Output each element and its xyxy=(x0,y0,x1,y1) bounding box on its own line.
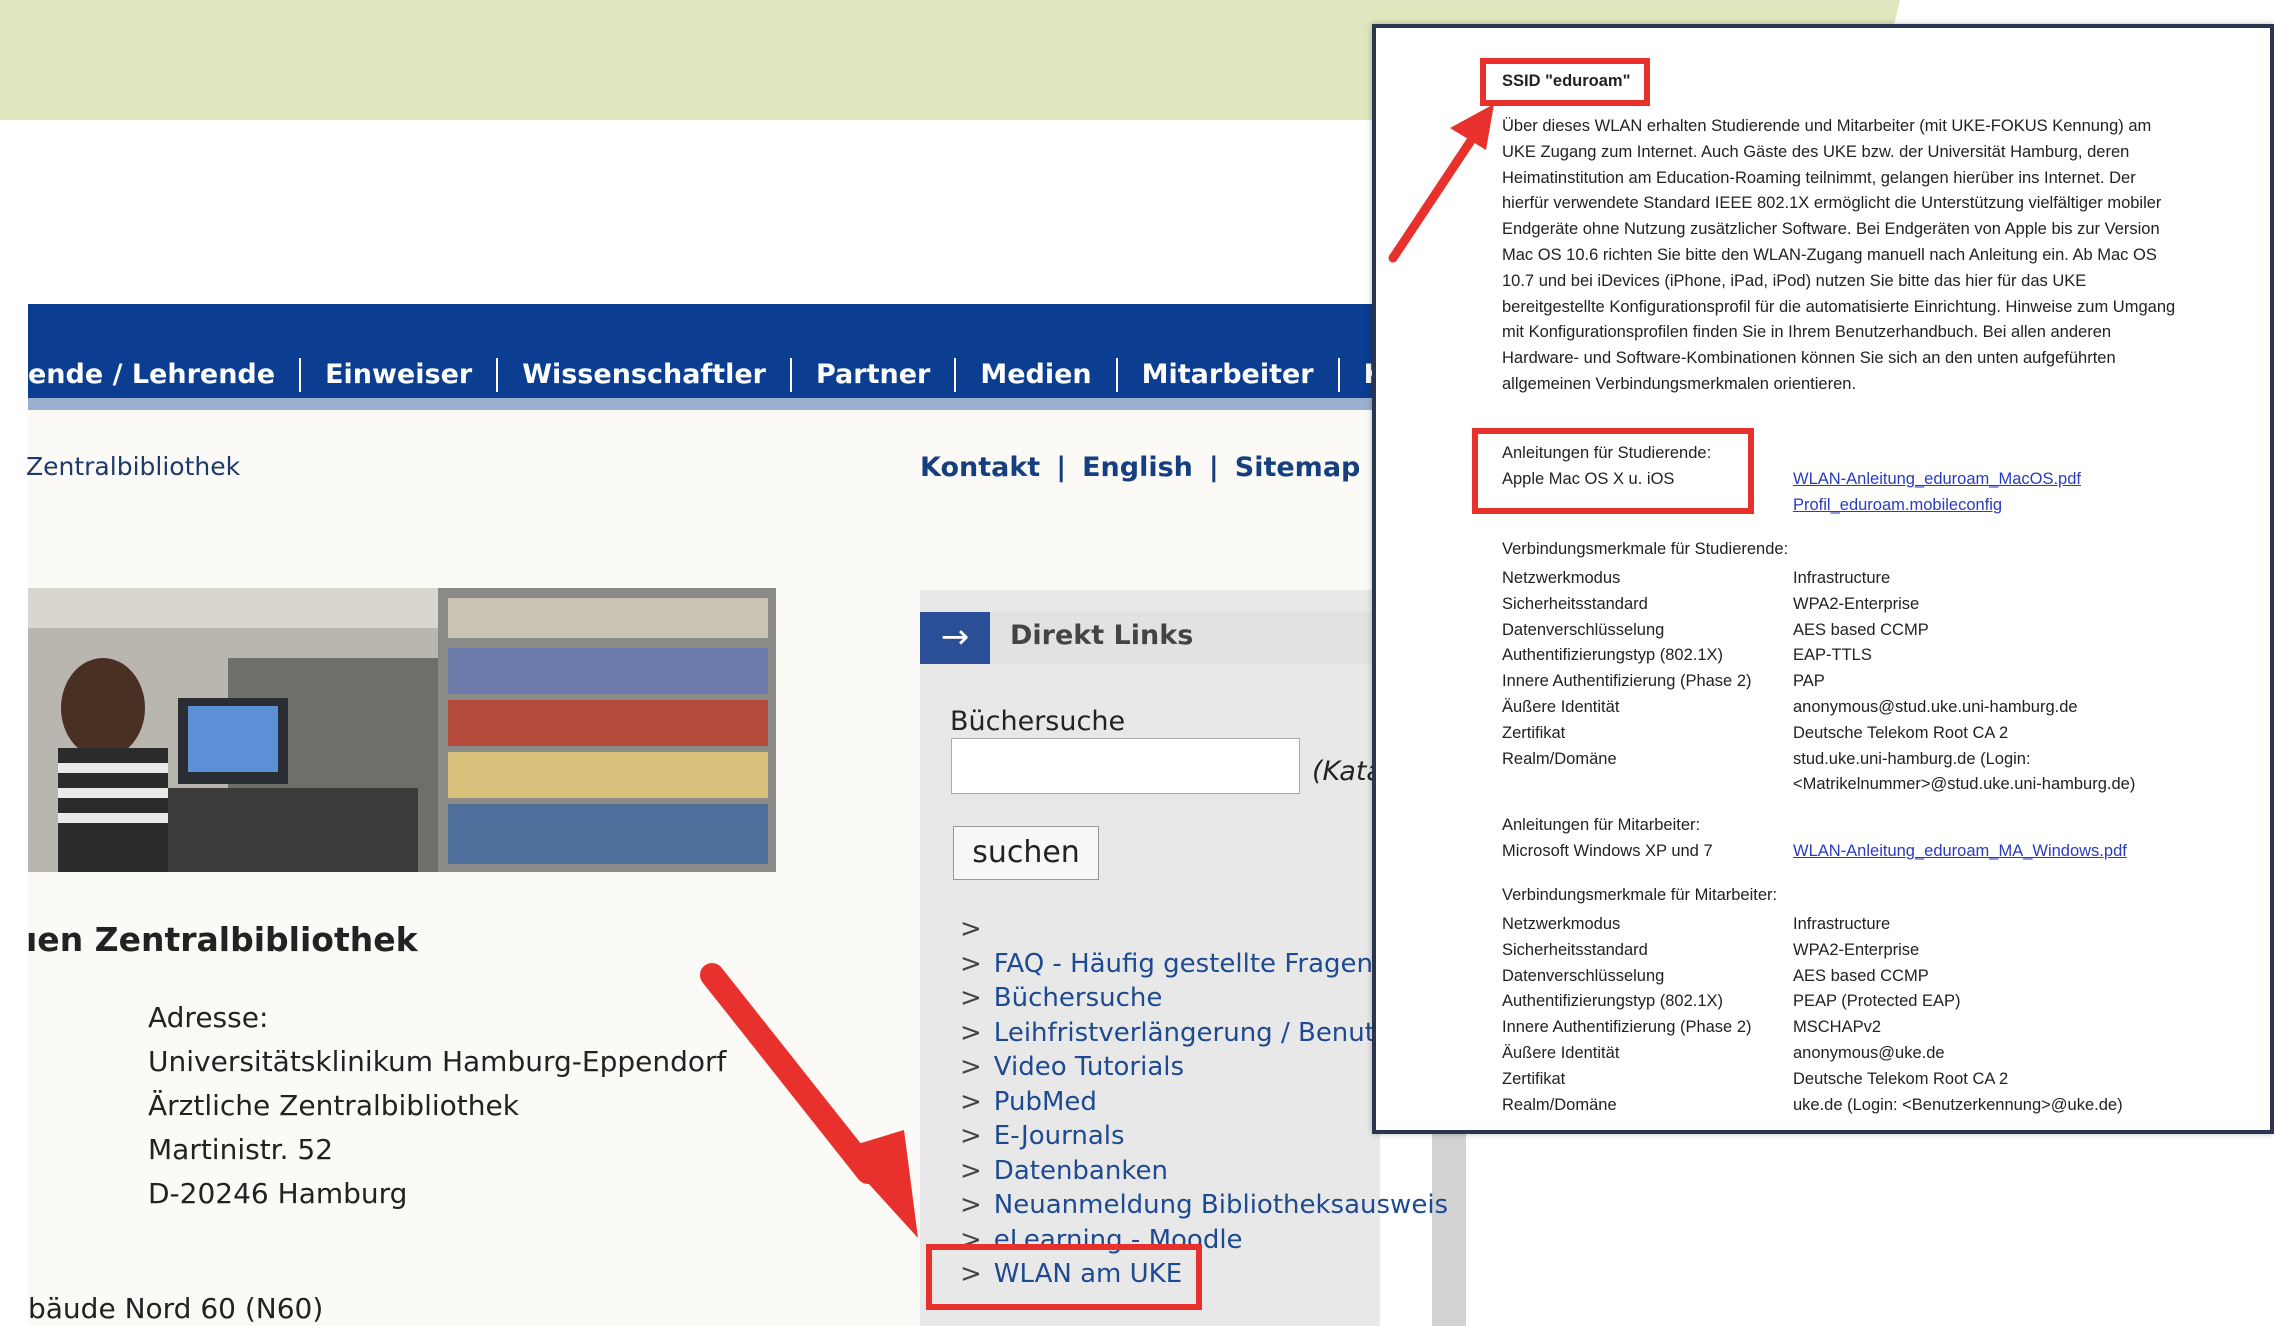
annotation-arrows xyxy=(700,104,1494,1238)
arrow-down-right-icon xyxy=(700,963,918,1238)
arrow-up-right-icon xyxy=(1388,104,1494,263)
